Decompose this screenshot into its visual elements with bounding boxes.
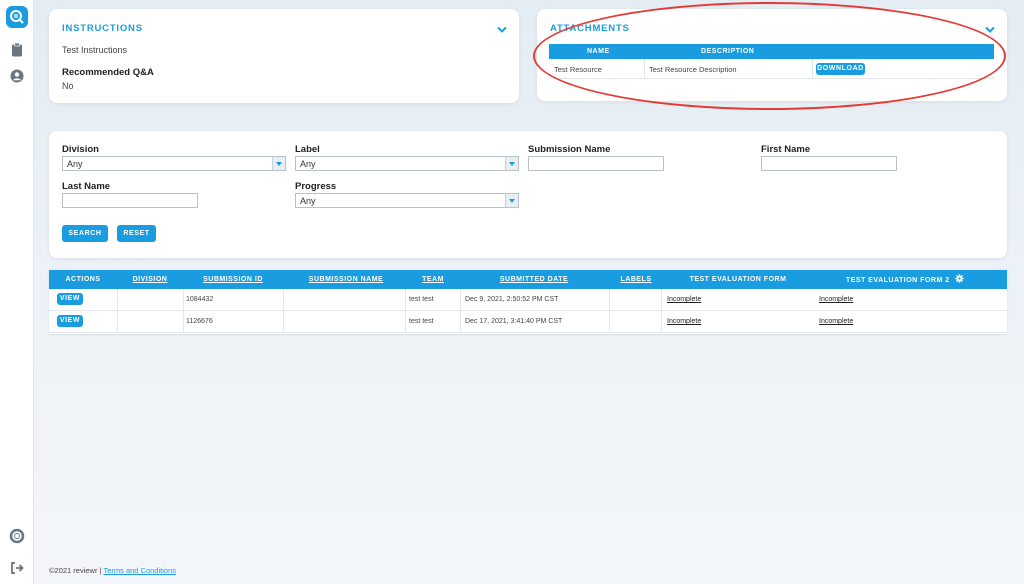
column-divider [117,289,118,311]
search-button[interactable]: SEARCH [62,225,108,242]
instructions-title: INSTRUCTIONS [62,23,143,34]
column-divider [460,289,461,311]
attachments-row: Test Resource Test Resource Description … [549,59,994,79]
search-logo-icon[interactable] [6,6,28,28]
first-name-input[interactable] [761,156,897,171]
attachment-name: Test Resource [554,65,602,74]
column-divider [644,59,645,79]
help-lifebuoy-icon[interactable] [9,528,25,544]
submissions-table-header: ACTIONS DIVISION SUBMISSION ID SUBMISSIO… [49,270,1007,289]
column-divider [609,289,610,311]
submission-name-label: Submission Name [528,144,611,155]
instructions-text: Test Instructions [62,45,128,55]
col-division[interactable]: DIVISION [117,276,183,283]
col-submission-id[interactable]: SUBMISSION ID [183,276,283,283]
dropdown-arrow-icon [505,157,518,170]
download-button[interactable]: DOWNLOAD [816,63,865,75]
col-actions: ACTIONS [65,276,101,283]
column-divider [117,311,118,333]
footer: ©2021 reviewr | Terms and Conditions [49,566,176,575]
submissions-table: ACTIONS DIVISION SUBMISSION ID SUBMISSIO… [49,270,1007,334]
last-name-label: Last Name [62,181,111,192]
user-circle-icon[interactable] [9,68,25,84]
last-name-input[interactable] [62,193,198,208]
column-divider [460,311,461,333]
column-divider [283,289,284,311]
column-divider [183,289,184,311]
recommended-qa-value: No [62,81,74,91]
col-labels[interactable]: LABELS [611,276,661,283]
row-submitted-date: Dec 17, 2021, 3:41:40 PM CST [465,318,563,325]
view-button[interactable]: VIEW [57,315,83,327]
row-team: test test [409,318,434,325]
attachments-table-header: NAME DESCRIPTION [549,44,994,59]
column-divider [812,59,813,79]
col-test-evaluation-form-2: TEST EVALUATION FORM 2 [815,274,995,284]
column-divider [609,311,610,333]
footer-copyright: ©2021 reviewr | [49,566,102,575]
column-divider [183,311,184,333]
attachments-col-description: DESCRIPTION [701,48,755,55]
label-select[interactable]: Any [295,156,519,171]
col-test-evaluation-form-2-label: TEST EVALUATION FORM 2 [845,277,950,284]
label-label: Label [295,144,320,155]
submission-name-input[interactable] [528,156,664,171]
col-test-evaluation-form: TEST EVALUATION FORM [689,276,787,283]
label-select-value: Any [300,159,316,169]
row-submitted-date: Dec 9, 2021, 2:50:52 PM CST [465,296,559,303]
column-divider [405,289,406,311]
dropdown-arrow-icon [505,194,518,207]
progress-label: Progress [295,181,337,192]
table-row: VIEW 1084432 test test Dec 9, 2021, 2:50… [49,289,1007,311]
recommended-qa-label: Recommended Q&A [62,67,154,78]
progress-select[interactable]: Any [295,193,519,208]
division-select-value: Any [67,159,83,169]
chevron-down-icon[interactable] [497,21,507,33]
column-divider [405,311,406,333]
reset-button[interactable]: RESET [117,225,156,242]
row-submission-id: 1126676 [186,318,213,325]
sidebar [0,0,34,584]
view-button[interactable]: VIEW [57,293,83,305]
row-form1-link[interactable]: Incomplete [667,296,701,303]
row-team: test test [409,296,434,303]
clipboard-icon[interactable] [9,42,25,58]
chevron-down-icon[interactable] [985,21,995,33]
first-name-label: First Name [761,144,811,155]
row-form1-link[interactable]: Incomplete [667,318,701,325]
col-submitted-date[interactable]: SUBMITTED DATE [457,276,611,283]
col-team[interactable]: TEAM [409,276,457,283]
progress-select-value: Any [300,196,316,206]
logout-icon[interactable] [9,560,25,576]
column-divider [283,311,284,333]
gear-icon[interactable] [955,274,964,283]
filter-card: Division Any Label Any Submission Name F… [49,131,1007,258]
terms-link[interactable]: Terms and Conditions [103,566,176,575]
column-divider [661,289,662,311]
division-select[interactable]: Any [62,156,286,171]
row-form2-link[interactable]: Incomplete [819,318,853,325]
row-submission-id: 1084432 [186,296,214,303]
table-row: VIEW 1126676 test test Dec 17, 2021, 3:4… [49,311,1007,333]
attachments-col-name: NAME [587,48,610,55]
col-submission-name[interactable]: SUBMISSION NAME [283,276,409,283]
column-divider [661,311,662,333]
instructions-card: INSTRUCTIONS Test Instructions Recommend… [49,9,519,103]
attachments-card: ATTACHMENTS NAME DESCRIPTION Test Resour… [537,9,1007,101]
attachment-description: Test Resource Description [649,65,737,74]
dropdown-arrow-icon [272,157,285,170]
division-label: Division [62,144,99,155]
row-form2-link[interactable]: Incomplete [819,296,853,303]
attachments-title: ATTACHMENTS [550,23,630,34]
